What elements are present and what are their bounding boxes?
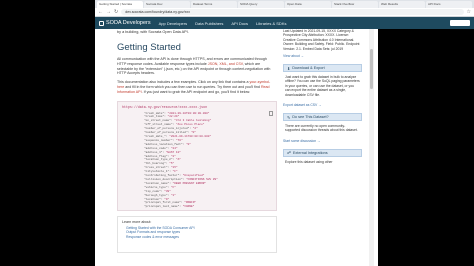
scrollbar-thumb[interactable] <box>370 49 373 89</box>
browser-tab[interactable]: API Docs <box>426 1 472 8</box>
dataset-metadata: Last Updated in 2021-09-15, XXXX Categor… <box>283 29 360 51</box>
site-search-input[interactable] <box>450 20 470 26</box>
brand-label: SODA Developers <box>106 20 151 26</box>
site-navbar: SODA Developers App Developers Data Publ… <box>95 17 474 29</box>
page-scrollbar[interactable] <box>369 29 374 266</box>
json-sample: "crash_date": "2021-09-10T00:00:00.000" "… <box>144 112 272 210</box>
learn-more-heading: Learn more about: <box>122 219 152 224</box>
browser-tab[interactable]: Dataset Terms <box>191 1 237 8</box>
intro-text: by a building, with Socrata Open Data AP… <box>117 30 189 34</box>
examples-paragraph: This documentation also includes a few e… <box>117 80 271 94</box>
export-csv-link[interactable]: Export dataset as CSV → <box>283 103 362 107</box>
url-field[interactable]: dev.socrata.com/foundry/data.ny.gov/xxx <box>121 9 464 15</box>
discussion-heading: ✎ Do see This Dataset? <box>283 113 362 122</box>
site-brand[interactable]: SODA Developers <box>99 20 151 26</box>
browser-tab[interactable]: Socrata Dev <box>144 1 190 8</box>
forward-icon[interactable]: → <box>106 9 111 15</box>
star-icon[interactable]: ☆ <box>467 9 471 15</box>
start-discussion-link[interactable]: Start some discussion → <box>283 139 362 143</box>
dark-area <box>378 29 474 266</box>
download-export-text: Just want to grab this dataset in bulk t… <box>285 75 360 97</box>
browser-tab[interactable]: Stack Overflow <box>332 1 378 8</box>
link-icon: ☍ <box>287 151 291 156</box>
main-content: by a building, with Socrata Open Data AP… <box>117 29 277 266</box>
browser-tab[interactable]: SODA Query <box>238 1 284 8</box>
download-icon: ⬇ <box>287 66 291 71</box>
back-icon[interactable]: ← <box>98 9 103 15</box>
api-endpoint-codeblock: https://data.ny.gov/resource/xxxx-xxxx.j… <box>117 100 277 211</box>
discussion-text: There are currently no open community-su… <box>285 124 358 133</box>
address-bar: ← → ↻ dev.socrata.com/foundry/data.ny.go… <box>95 8 474 17</box>
download-export-heading: ⬇ Download & Export <box>283 64 362 73</box>
browser-screen: Getting Started | Socrata Socrata Dev Data… <box>95 0 474 266</box>
copy-icon[interactable] <box>269 110 273 116</box>
browser-tab[interactable]: Web Results <box>379 1 425 8</box>
learn-more-list: Getting Started with the SODA Consumer A… <box>122 226 272 240</box>
browser-tab[interactable]: Getting Started | Socrata <box>97 1 143 8</box>
external-integrations-text: Explore this dataset using other <box>285 159 333 164</box>
intro-paragraph: All communication with the API is done t… <box>117 57 271 76</box>
page-title: Getting Started <box>117 42 181 53</box>
learn-link-response-codes[interactable]: Response codes & error messages <box>122 235 272 240</box>
brand-logo-icon <box>99 20 104 26</box>
external-integrations-heading: ☍ External Integrations <box>283 148 362 157</box>
nav-data-publishers[interactable]: Data Publishers <box>195 21 223 26</box>
learn-more-box: Learn more about: Getting Started with t… <box>117 215 277 253</box>
reload-icon[interactable]: ↻ <box>114 9 118 15</box>
browser-tabbar: Getting Started | Socrata Socrata Dev Data… <box>95 0 474 8</box>
comment-icon: ✎ <box>287 115 291 120</box>
nav-libraries[interactable]: Libraries & SDKs <box>256 21 286 26</box>
view-about-link[interactable]: View about → <box>283 54 362 58</box>
sidebar: Last Updated in 2021-09-15, XXXX Categor… <box>283 29 362 266</box>
json-line: "principal_last_name": "VANNE" <box>144 205 195 209</box>
endpoint-url[interactable]: https://data.ny.gov/resource/xxxx-xxxx.j… <box>122 105 272 109</box>
browser-tab[interactable]: Open Data <box>285 1 331 8</box>
nav-api-docs[interactable]: API Docs <box>231 21 248 26</box>
nav-app-developers[interactable]: App Developers <box>159 21 187 26</box>
